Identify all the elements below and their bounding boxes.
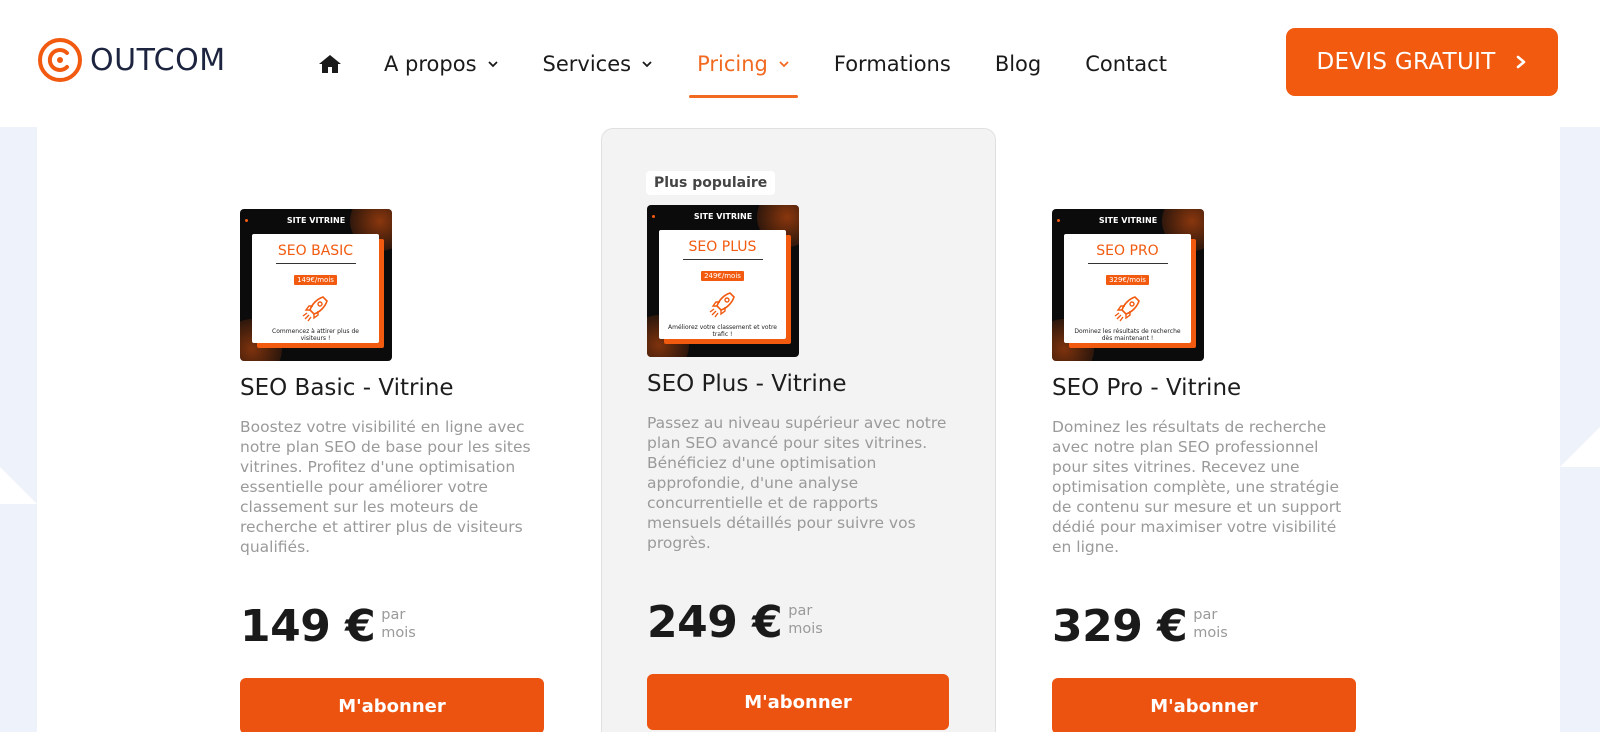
rocket-icon xyxy=(302,296,328,322)
nav-item-blog[interactable]: Blog xyxy=(995,44,1041,84)
thumb-plan-name: SEO PRO xyxy=(1096,243,1159,259)
cta-label: DEVIS GRATUIT xyxy=(1316,49,1496,75)
thumb-divider xyxy=(1087,263,1168,264)
nav-item-label: Contact xyxy=(1085,52,1167,76)
thumb-card: SEO BASIC 149€/mois Commencez à attirer … xyxy=(252,234,379,343)
home-icon xyxy=(319,55,341,73)
site-header: OUTCOM A propos Services Pricing Formati… xyxy=(0,0,1600,122)
plan-price: 329 € par mois xyxy=(1052,603,1243,651)
nav-item-contact[interactable]: Contact xyxy=(1085,44,1167,84)
thumb-card: SEO PLUS 249€/mois Améliorez votre class… xyxy=(659,230,786,339)
subscribe-button[interactable]: M'abonner xyxy=(1052,678,1356,732)
price-period: par mois xyxy=(1193,607,1228,641)
chevron-down-icon xyxy=(779,61,789,68)
nav-item-label: A propos xyxy=(384,52,477,76)
plan-title: SEO Basic - Vitrine xyxy=(240,375,454,401)
thumb-divider xyxy=(275,263,356,264)
plan-thumbnail: SITE VITRINE SEO PLUS 249€/mois Améliore… xyxy=(647,205,799,357)
chevron-down-icon xyxy=(487,61,498,68)
thumb-price: 249€/mois xyxy=(701,271,744,281)
devis-gratuit-button[interactable]: DEVIS GRATUIT xyxy=(1286,28,1558,96)
rocket-icon xyxy=(1114,296,1140,322)
thumb-price: 149€/mois xyxy=(294,275,337,285)
thumb-tagline: Dominez les résultats de recherche dès m… xyxy=(1074,328,1181,342)
page-background-right xyxy=(1560,127,1600,732)
nav-item-label: Services xyxy=(542,52,632,76)
plan-thumbnail: SITE VITRINE SEO BASIC 149€/mois Commenc… xyxy=(240,209,392,361)
logo[interactable]: OUTCOM xyxy=(36,36,226,84)
nav-item-pricing[interactable]: Pricing xyxy=(689,44,798,98)
outcom-logo-icon xyxy=(38,38,82,82)
nav-item-label: Formations xyxy=(833,52,951,76)
thumb-header: SITE VITRINE xyxy=(286,216,346,225)
logo-text: OUTCOM xyxy=(90,42,226,78)
plan-description: Passez au niveau supérieur avec notre pl… xyxy=(647,414,947,552)
price-amount: 329 € xyxy=(1052,601,1188,652)
thumb-price: 329€/mois xyxy=(1106,275,1149,285)
popular-badge: Plus populaire xyxy=(646,171,776,195)
plan-card-basic: SITE VITRINE SEO BASIC 149€/mois Commenc… xyxy=(240,209,550,732)
nav-item-label: Pricing xyxy=(697,52,768,76)
subscribe-button[interactable]: M'abonner xyxy=(647,674,949,730)
home-link[interactable] xyxy=(318,53,342,75)
price-period: par mois xyxy=(788,603,823,637)
plan-description: Boostez votre visibilité en ligne avec n… xyxy=(240,418,531,556)
thumb-divider xyxy=(682,259,763,260)
thumb-card: SEO PRO 329€/mois Dominez les résultats … xyxy=(1064,234,1191,343)
nav-item-label: Blog xyxy=(994,52,1042,76)
thumb-tagline: Améliorez votre classement et votre traf… xyxy=(668,324,777,338)
thumb-header: SITE VITRINE xyxy=(693,212,753,221)
plan-price: 249 € par mois xyxy=(647,599,838,647)
plan-card-plus: SITE VITRINE SEO PLUS 249€/mois Améliore… xyxy=(647,205,957,730)
nav-item-a-propos[interactable]: A propos xyxy=(384,44,499,84)
chevron-down-icon xyxy=(642,61,652,68)
main-nav: A propos Services Pricing Formations Blo… xyxy=(318,44,1211,98)
plan-card-pro: SITE VITRINE SEO PRO 329€/mois Dominez l… xyxy=(1052,209,1362,732)
plan-price: 149 € par mois xyxy=(240,603,431,651)
rocket-icon xyxy=(709,292,735,318)
subscribe-button[interactable]: M'abonner xyxy=(240,678,544,732)
page-background-left xyxy=(0,127,37,732)
thumb-plan-name: SEO PLUS xyxy=(688,239,757,255)
nav-item-services[interactable]: Services xyxy=(543,44,654,84)
plan-title: SEO Plus - Vitrine xyxy=(647,371,847,397)
thumb-plan-name: SEO BASIC xyxy=(277,243,354,259)
price-amount: 249 € xyxy=(647,597,783,648)
thumb-header: SITE VITRINE xyxy=(1098,216,1158,225)
nav-item-formations[interactable]: Formations xyxy=(834,44,951,84)
price-amount: 149 € xyxy=(240,601,376,652)
plan-description: Dominez les résultats de recherche avec … xyxy=(1052,418,1342,556)
plan-title: SEO Pro - Vitrine xyxy=(1052,375,1242,401)
price-period: par mois xyxy=(381,607,416,641)
plan-thumbnail: SITE VITRINE SEO PRO 329€/mois Dominez l… xyxy=(1052,209,1204,361)
thumb-tagline: Commencez à attirer plus de visiteurs ! xyxy=(272,328,359,342)
chevron-right-icon xyxy=(1516,55,1525,69)
